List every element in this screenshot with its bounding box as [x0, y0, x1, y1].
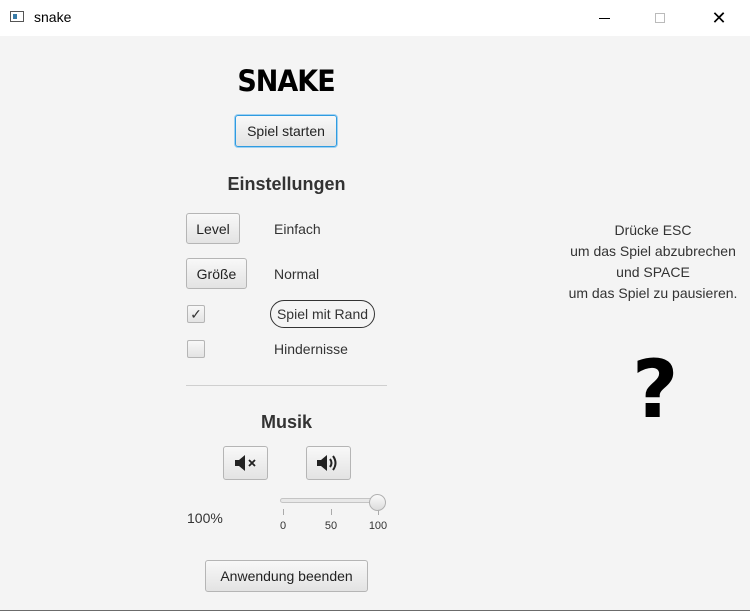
volume-label: 100% — [187, 510, 223, 526]
window-title: snake — [34, 9, 72, 25]
slider-track[interactable] — [280, 498, 380, 503]
title-bar: snake ✕ — [0, 0, 750, 36]
slider-tick-label: 50 — [324, 520, 338, 532]
close-button[interactable]: ✕ — [696, 0, 742, 36]
size-button[interactable]: Größe — [186, 258, 247, 289]
speaker-mute-icon — [234, 455, 256, 471]
minimize-button[interactable] — [581, 0, 627, 36]
level-button[interactable]: Level — [186, 213, 240, 244]
speaker-volume-icon — [316, 455, 336, 471]
maximize-icon — [655, 13, 665, 23]
help-line: Drücke ESC — [614, 222, 692, 238]
game-logo: SNAKE — [237, 64, 335, 99]
mute-button[interactable] — [223, 446, 268, 480]
slider-tick — [331, 509, 332, 515]
level-value: Einfach — [274, 221, 321, 237]
start-game-button[interactable]: Spiel starten — [235, 115, 337, 147]
border-checkbox[interactable]: ✓ — [187, 305, 205, 323]
help-line: und SPACE — [616, 264, 690, 280]
settings-heading: Einstellungen — [227, 174, 346, 194]
slider-tick-label: 100 — [368, 520, 388, 532]
border-checkbox-label[interactable]: Spiel mit Rand — [270, 300, 375, 328]
quit-application-button[interactable]: Anwendung beenden — [205, 560, 368, 592]
app-icon — [10, 11, 24, 22]
help-text: Drücke ESC um das Spiel abzubrechen und … — [555, 220, 750, 304]
question-mark-icon: ? — [632, 343, 679, 436]
divider — [186, 385, 387, 386]
obstacles-label: Hindernisse — [274, 341, 348, 357]
maximize-button[interactable] — [637, 0, 683, 36]
size-value: Normal — [274, 266, 320, 282]
minimize-icon — [598, 17, 610, 19]
checkmark-icon: ✓ — [190, 305, 202, 322]
music-heading: Musik — [260, 412, 312, 432]
volume-button[interactable] — [306, 446, 351, 480]
slider-tick — [283, 509, 284, 515]
close-icon: ✕ — [711, 8, 727, 28]
help-line: um das Spiel abzubrechen — [570, 243, 736, 259]
help-line: um das Spiel zu pausieren. — [568, 285, 738, 301]
slider-thumb[interactable] — [369, 494, 386, 511]
slider-tick-label: 0 — [279, 520, 287, 532]
obstacles-checkbox[interactable] — [187, 340, 205, 358]
